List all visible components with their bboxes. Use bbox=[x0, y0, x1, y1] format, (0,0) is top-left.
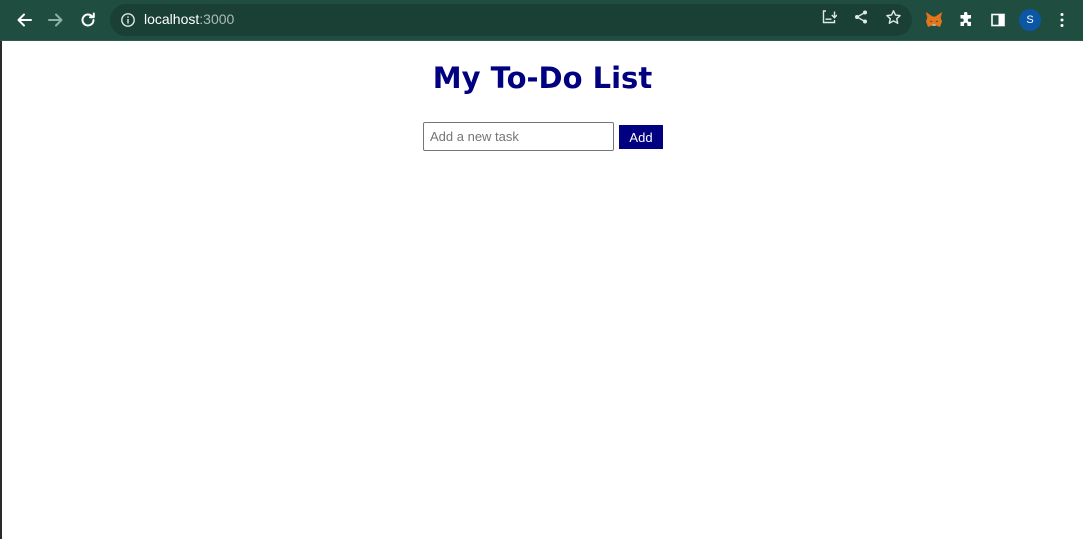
fox-icon bbox=[926, 12, 942, 27]
add-task-button[interactable]: Add bbox=[619, 125, 663, 149]
url-text[interactable]: localhost:3000 bbox=[144, 11, 234, 27]
back-arrow-icon bbox=[17, 13, 32, 27]
new-task-input[interactable] bbox=[423, 122, 614, 151]
kebab-menu-icon bbox=[1060, 13, 1064, 27]
todo-app: My To-Do List Add bbox=[2, 41, 1083, 539]
star-icon bbox=[885, 9, 901, 24]
back-button[interactable] bbox=[12, 8, 36, 32]
forward-arrow-icon bbox=[48, 13, 63, 27]
profile-initial: S bbox=[1026, 14, 1034, 26]
url-port: :3000 bbox=[199, 11, 235, 27]
address-bar[interactable]: localhost:3000 bbox=[110, 4, 912, 36]
install-app-icon bbox=[822, 10, 837, 24]
side-panel-icon bbox=[991, 13, 1005, 27]
install-app-button[interactable] bbox=[820, 8, 838, 26]
share-icon bbox=[855, 10, 867, 24]
reload-button[interactable] bbox=[76, 8, 100, 32]
puzzle-icon bbox=[960, 12, 971, 26]
extensions-button[interactable] bbox=[955, 9, 977, 31]
metamask-extension-button[interactable] bbox=[923, 9, 945, 31]
reload-icon bbox=[81, 12, 95, 27]
bookmark-button[interactable] bbox=[884, 8, 902, 26]
browser-menu-button[interactable] bbox=[1051, 9, 1073, 31]
info-icon[interactable] bbox=[120, 12, 136, 28]
browser-toolbar: localhost:3000 S bbox=[0, 0, 1083, 41]
page-title: My To-Do List bbox=[432, 61, 653, 95]
share-button[interactable] bbox=[852, 8, 870, 26]
profile-avatar[interactable]: S bbox=[1019, 9, 1041, 31]
url-host: localhost bbox=[144, 11, 200, 27]
forward-button[interactable] bbox=[44, 8, 68, 32]
side-panel-button[interactable] bbox=[987, 9, 1009, 31]
